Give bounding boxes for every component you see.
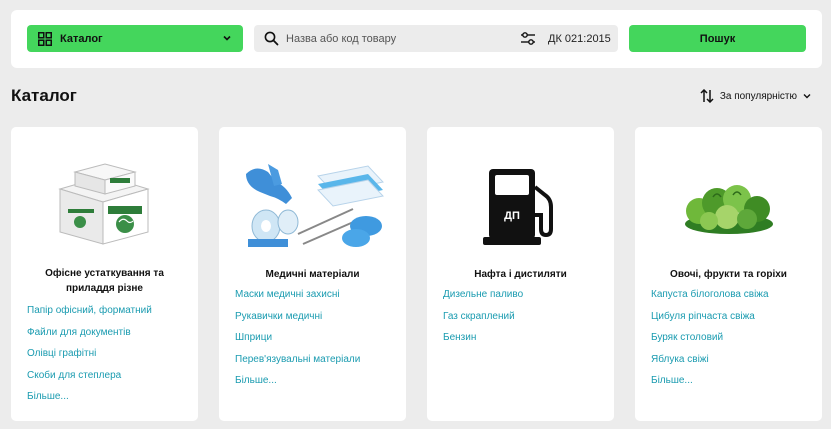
category-links: Папір офісний, форматний Файли для докум… <box>27 305 152 413</box>
grid-icon <box>38 31 52 46</box>
more-link[interactable]: Більше... <box>651 375 769 397</box>
category-link[interactable]: Олівці графітні <box>27 348 152 370</box>
category-image-paper <box>11 149 198 259</box>
fuel-pump-icon: ДП <box>482 169 553 245</box>
category-link[interactable]: Яблука свіжі <box>651 354 769 376</box>
vegetables-icon <box>684 185 773 234</box>
search-input[interactable] <box>286 29 506 48</box>
category-link[interactable]: Цибуля ріпчаста свіжа <box>651 311 769 333</box>
chevron-down-icon <box>803 94 811 99</box>
category-links: Дизельне паливо Газ скраплений Бензин <box>443 289 523 354</box>
chevron-down-icon <box>223 35 231 41</box>
search-icon <box>264 31 279 46</box>
catalog-dropdown-button[interactable]: Каталог <box>27 25 243 52</box>
search-bar: Каталог ДК 021:2015 Пошук <box>11 10 822 68</box>
fuel-pump-label: ДП <box>504 210 520 222</box>
category-title[interactable]: Офісне устаткування та приладдя різне <box>21 266 188 296</box>
category-link[interactable]: Папір офісний, форматний <box>27 305 152 327</box>
more-link[interactable]: Більше... <box>27 391 152 413</box>
category-link[interactable]: Дизельне паливо <box>443 289 523 311</box>
category-link[interactable]: Бензин <box>443 332 523 354</box>
category-card-office[interactable]: Офісне устаткування та приладдя різне Па… <box>11 127 198 421</box>
category-links: Маски медичні захисні Рукавички медичні … <box>235 289 360 397</box>
filter-sliders-icon[interactable] <box>520 31 536 46</box>
sort-arrows-icon <box>700 89 714 103</box>
paper-boxes-icon <box>57 163 150 245</box>
category-link[interactable]: Рукавички медичні <box>235 311 360 333</box>
category-link[interactable]: Перев'язувальні матеріали <box>235 354 360 376</box>
classifier-label[interactable]: ДК 021:2015 <box>548 33 611 45</box>
category-image-fuel: ДП <box>427 149 614 259</box>
catalog-button-label: Каталог <box>60 32 103 45</box>
category-link[interactable]: Буряк столовий <box>651 332 769 354</box>
category-title[interactable]: Медичні матеріали <box>229 267 396 282</box>
category-link[interactable]: Капуста білоголова свіжа <box>651 289 769 311</box>
category-card-vegetables[interactable]: Овочі, фрукти та горіхи Капуста білоголо… <box>635 127 822 421</box>
category-link[interactable]: Скоби для степлера <box>27 370 152 392</box>
more-link[interactable]: Більше... <box>235 375 360 397</box>
category-card-fuel[interactable]: ДП Нафта і дистиляти Дизельне паливо Газ… <box>427 127 614 421</box>
sort-label: За популярністю <box>719 90 797 102</box>
category-link[interactable]: Маски медичні захисні <box>235 289 360 311</box>
category-title[interactable]: Нафта і дистиляти <box>437 267 604 282</box>
category-image-vegetables <box>635 149 822 259</box>
medical-supplies-icon <box>245 164 384 247</box>
category-link[interactable]: Файли для документів <box>27 327 152 349</box>
sort-dropdown[interactable]: За популярністю <box>700 89 811 103</box>
category-links: Капуста білоголова свіжа Цибуля ріпчаста… <box>651 289 769 397</box>
page-title: Каталог <box>11 86 77 105</box>
category-link[interactable]: Газ скраплений <box>443 311 523 333</box>
search-field: ДК 021:2015 <box>254 25 618 52</box>
category-image-medical <box>219 149 406 259</box>
category-card-medical[interactable]: Медичні матеріали Маски медичні захисні … <box>219 127 406 421</box>
category-link[interactable]: Шприци <box>235 332 360 354</box>
category-title[interactable]: Овочі, фрукти та горіхи <box>645 267 812 282</box>
search-button[interactable]: Пошук <box>629 25 806 52</box>
